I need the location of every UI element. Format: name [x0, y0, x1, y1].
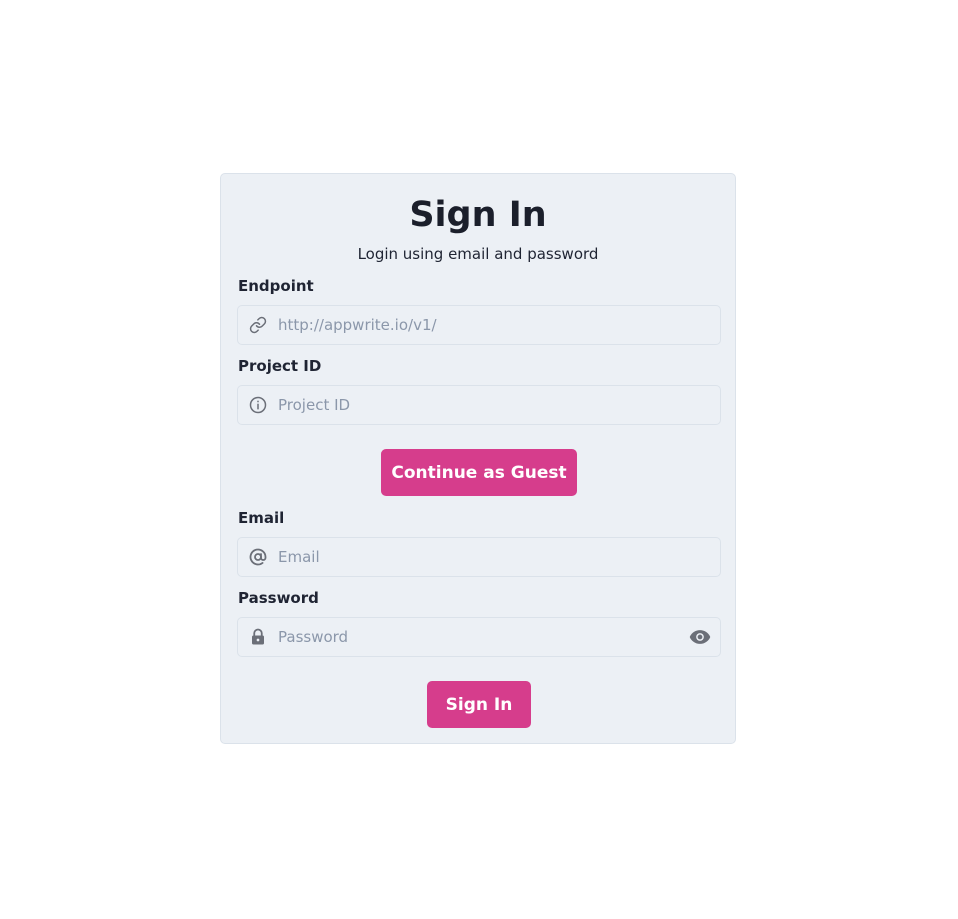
sign-in-button[interactable]: Sign In	[427, 681, 531, 728]
continue-as-guest-button[interactable]: Continue as Guest	[381, 449, 577, 496]
lock-icon	[252, 628, 264, 645]
eye-icon[interactable]	[689, 628, 711, 646]
password-label: Password	[238, 589, 319, 607]
endpoint-field[interactable]	[237, 305, 721, 345]
link-icon	[249, 316, 267, 334]
email-label: Email	[238, 509, 285, 527]
page-subtitle: Login using email and password	[357, 245, 599, 263]
page-title: Sign In	[409, 195, 547, 235]
info-icon	[249, 396, 267, 414]
endpoint-input[interactable]	[278, 306, 680, 344]
project-id-input[interactable]	[278, 386, 680, 424]
email-input[interactable]	[278, 538, 680, 576]
password-input[interactable]	[278, 618, 680, 656]
password-field[interactable]	[237, 617, 721, 657]
at-icon	[249, 548, 267, 566]
endpoint-label: Endpoint	[238, 277, 314, 295]
project-id-field[interactable]	[237, 385, 721, 425]
sign-in-card: Sign In Login using email and password E…	[220, 173, 736, 744]
project-id-label: Project ID	[238, 357, 322, 375]
email-field[interactable]	[237, 537, 721, 577]
